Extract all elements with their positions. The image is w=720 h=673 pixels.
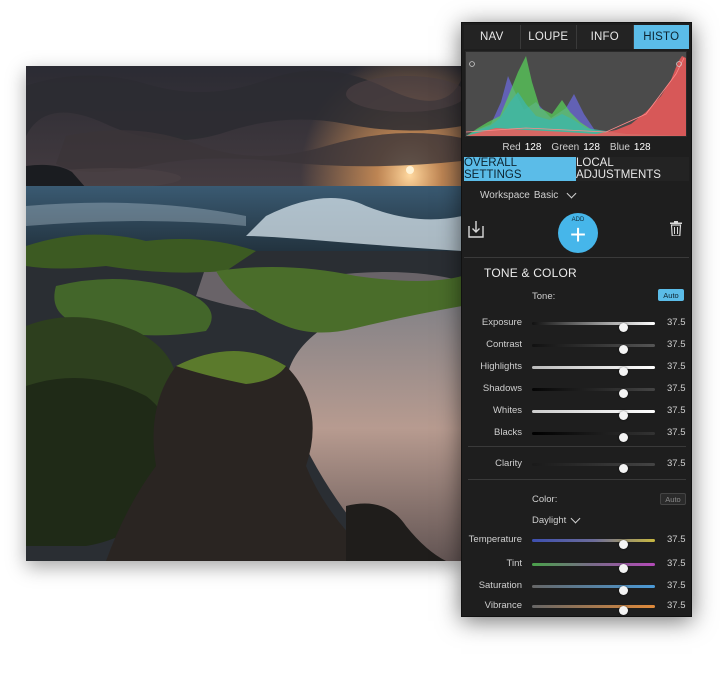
slider-row-tint: Tint 37.5 — [462, 558, 691, 573]
blacks-slider[interactable] — [532, 432, 655, 442]
add-preset-button[interactable]: ADD + — [558, 213, 598, 253]
red-value: 128 — [524, 141, 542, 153]
color-auto-button[interactable]: Auto — [660, 493, 686, 505]
trash-icon[interactable] — [670, 221, 682, 236]
slider-knob[interactable] — [619, 389, 629, 398]
vibrance-value[interactable]: 37.5 — [667, 600, 686, 611]
slider-knob[interactable] — [619, 586, 629, 595]
import-preset-icon[interactable] — [468, 220, 484, 238]
tint-value[interactable]: 37.5 — [667, 558, 686, 569]
vibrance-slider[interactable] — [532, 605, 655, 615]
tone-label: Tone: — [532, 291, 556, 302]
whites-value[interactable]: 37.5 — [667, 405, 686, 416]
tint-label: Tint — [506, 558, 522, 569]
slider-row-vibrance: Vibrance 37.5 — [462, 600, 691, 615]
temperature-label: Temperature — [468, 534, 522, 545]
slider-row-contrast: Contrast 37.5 — [462, 339, 691, 354]
slider-row-saturation: Saturation 37.5 — [462, 580, 691, 595]
contrast-slider[interactable] — [532, 344, 655, 354]
shadows-label: Shadows — [482, 383, 522, 394]
tab-nav[interactable]: NAV — [464, 25, 521, 49]
shadow-clipping-indicator[interactable] — [469, 61, 475, 67]
tone-auto-button[interactable]: Auto — [658, 289, 684, 301]
slider-knob[interactable] — [619, 464, 629, 473]
shadows-slider[interactable] — [532, 388, 655, 398]
seascape-image — [26, 66, 462, 561]
slider-knob[interactable] — [619, 323, 629, 332]
workspace-value: Basic — [533, 190, 559, 201]
slider-knob[interactable] — [619, 540, 629, 549]
color-label: Color: — [532, 494, 558, 505]
blue-value: 128 — [633, 141, 651, 153]
white-balance-preset[interactable]: Daylight — [532, 513, 581, 526]
panel-tabs: NAV LOUPE INFO HISTO — [464, 25, 689, 49]
temperature-slider[interactable] — [532, 539, 655, 549]
slider-knob[interactable] — [619, 345, 629, 354]
clarity-slider[interactable] — [532, 463, 655, 473]
contrast-value[interactable]: 37.5 — [667, 339, 686, 350]
blacks-label: Blacks — [494, 427, 522, 438]
whites-label: Whites — [492, 405, 522, 416]
red-label: Red — [502, 141, 521, 153]
tab-loupe[interactable]: LOUPE — [520, 25, 577, 49]
vibrance-label: Vibrance — [484, 600, 522, 611]
chevron-down-icon — [566, 188, 577, 199]
histogram — [465, 51, 687, 137]
slider-row-highlights: Highlights 37.5 — [462, 361, 691, 376]
tint-slider[interactable] — [532, 563, 655, 573]
blue-label: Blue — [609, 141, 630, 153]
tab-histo[interactable]: HISTO — [633, 25, 689, 49]
workspace-label: Workspace — [480, 190, 530, 201]
clarity-label: Clarity — [495, 458, 522, 469]
rgb-readout: Red 128 Green 128 Blue 128 — [462, 139, 691, 155]
tab-local-adjustments[interactable]: LOCAL ADJUSTMENTS — [576, 157, 689, 181]
highlights-label: Highlights — [480, 361, 522, 372]
divider — [468, 446, 686, 447]
adjustments-panel: NAV LOUPE INFO HISTO Red 128 Green 128 B… — [461, 22, 692, 617]
whites-slider[interactable] — [532, 410, 655, 420]
contrast-label: Contrast — [486, 339, 522, 350]
highlights-value[interactable]: 37.5 — [667, 361, 686, 372]
divider — [468, 479, 686, 480]
highlights-slider[interactable] — [532, 366, 655, 376]
saturation-slider[interactable] — [532, 585, 655, 595]
histogram-graph — [466, 56, 686, 136]
slider-knob[interactable] — [619, 367, 629, 376]
slider-row-blacks: Blacks 37.5 — [462, 427, 691, 442]
photo-preview — [26, 66, 462, 561]
temperature-value[interactable]: 37.5 — [667, 534, 686, 545]
exposure-slider[interactable] — [532, 322, 655, 332]
slider-knob[interactable] — [619, 411, 629, 420]
slider-knob[interactable] — [619, 433, 629, 442]
blacks-value[interactable]: 37.5 — [667, 427, 686, 438]
exposure-value[interactable]: 37.5 — [667, 317, 686, 328]
slider-row-temperature: Temperature 37.5 — [462, 534, 691, 549]
saturation-value[interactable]: 37.5 — [667, 580, 686, 591]
slider-knob[interactable] — [619, 564, 629, 573]
workspace-selector[interactable]: Workspace Basic — [480, 188, 577, 201]
slider-row-exposure: Exposure 37.5 — [462, 317, 691, 332]
slider-row-clarity: Clarity 37.5 — [462, 458, 691, 473]
tab-overall-settings[interactable]: OVERALL SETTINGS — [464, 157, 576, 181]
add-label: ADD — [571, 217, 585, 223]
section-title: TONE & COLOR — [484, 266, 577, 280]
green-label: Green — [551, 141, 580, 153]
slider-knob[interactable] — [619, 606, 629, 615]
clarity-value[interactable]: 37.5 — [667, 458, 686, 469]
settings-tabs: OVERALL SETTINGS LOCAL ADJUSTMENTS — [464, 157, 689, 181]
exposure-label: Exposure — [481, 317, 522, 328]
green-value: 128 — [583, 141, 600, 153]
chevron-down-icon — [570, 513, 581, 524]
white-balance-value: Daylight — [532, 515, 567, 526]
slider-row-shadows: Shadows 37.5 — [462, 383, 691, 398]
section-divider — [464, 257, 689, 258]
saturation-label: Saturation — [478, 580, 522, 591]
slider-row-whites: Whites 37.5 — [462, 405, 691, 420]
tab-info[interactable]: INFO — [577, 25, 634, 49]
shadows-value[interactable]: 37.5 — [667, 383, 686, 394]
plus-icon: + — [569, 219, 587, 250]
